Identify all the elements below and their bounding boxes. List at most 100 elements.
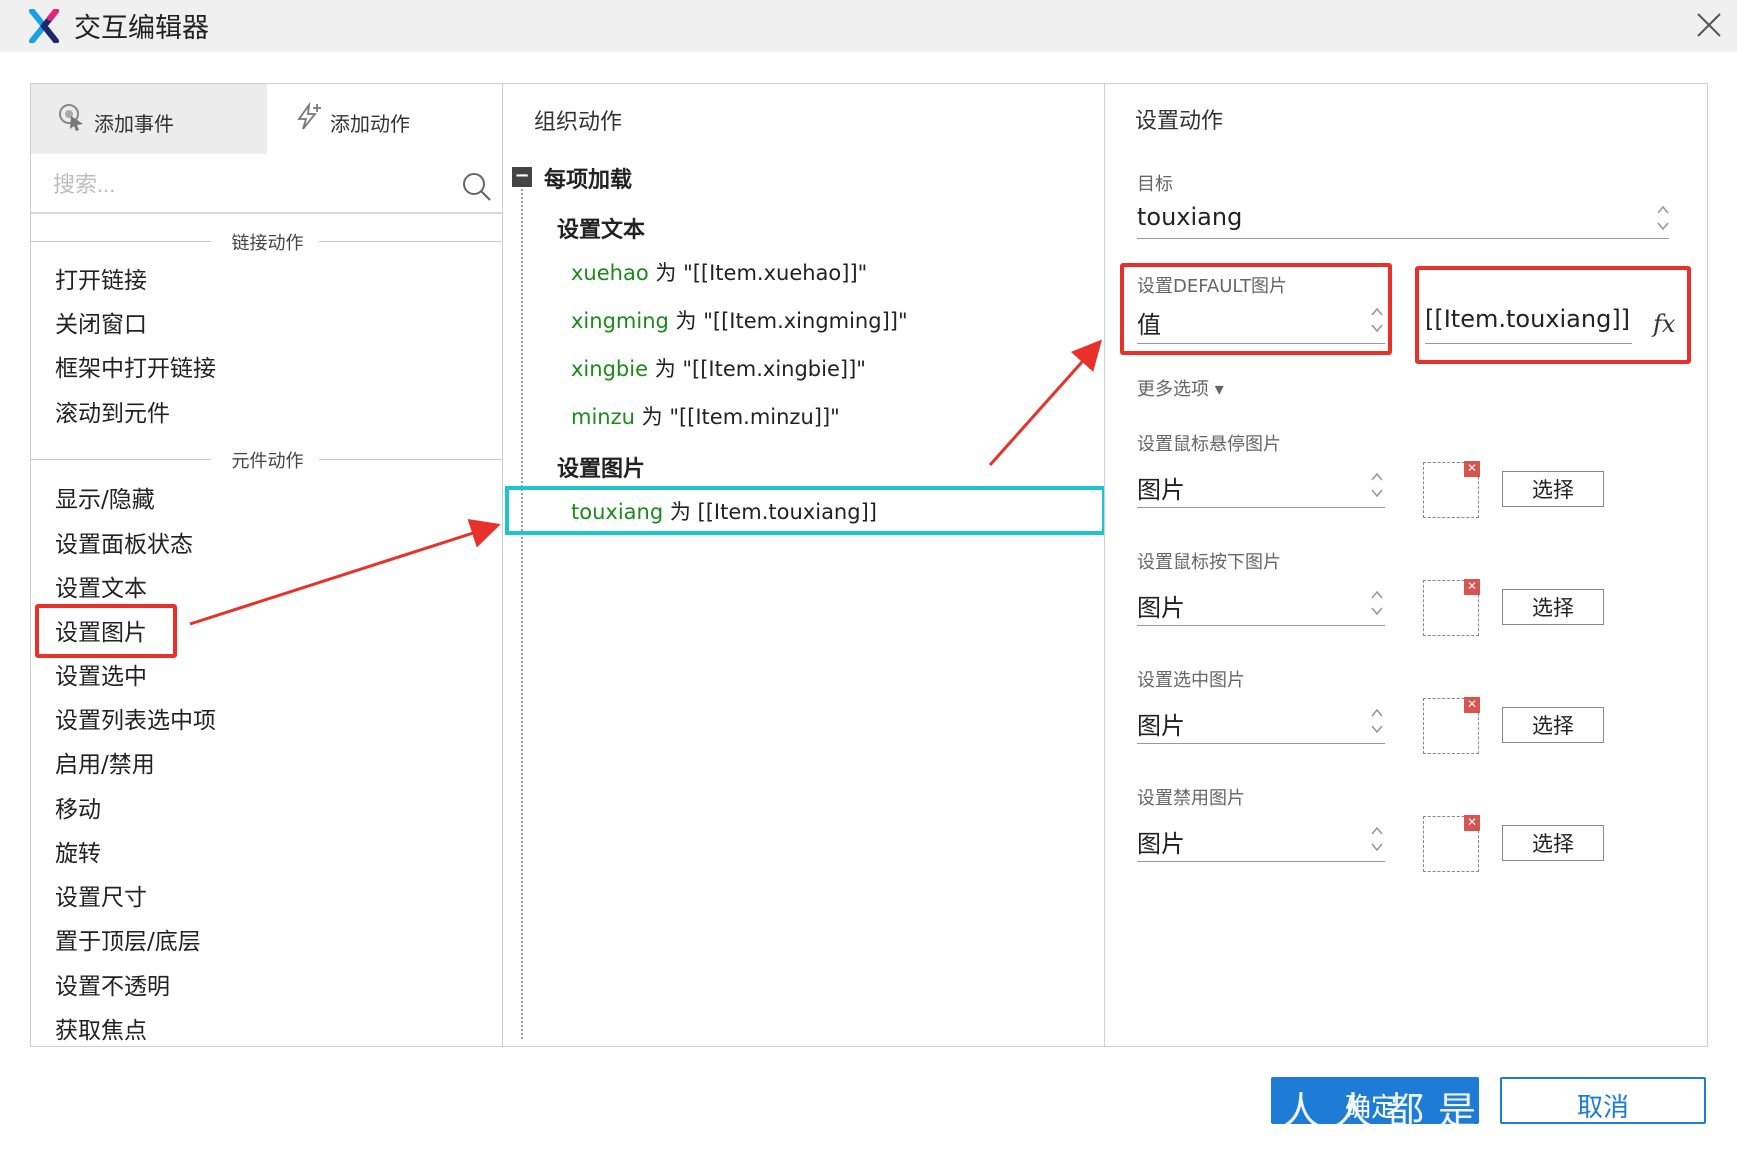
action-item-open-link[interactable]: 打开链接 [55, 261, 147, 295]
widget-name: touxiang [571, 500, 664, 524]
actions-library-panel: 添加事件 添加动作 链接动作 打开链接 关闭窗口 框架中打开链接 滚动到元件 元… [30, 83, 504, 1047]
selected-image-type-select[interactable]: 图片 [1137, 706, 1185, 741]
default-image-highlight [1120, 263, 1392, 355]
add-action-icon [297, 102, 321, 130]
target-dropdown-icon[interactable] [1656, 203, 1670, 233]
disabled-image-placeholder[interactable]: ✕ [1423, 815, 1480, 872]
selected-image-select-button[interactable]: 选择 [1502, 707, 1604, 743]
disabled-image-type-select[interactable]: 图片 [1137, 824, 1185, 859]
action-value: "[[Item.xingming]]" [703, 309, 908, 333]
group-header-label: 元件动作 [231, 451, 304, 472]
target-select[interactable]: touxiang [1137, 203, 1242, 231]
window-title: 交互编辑器 [74, 13, 209, 44]
tab-add-event[interactable]: 添加事件 [31, 84, 267, 154]
target-label: 目标 [1137, 174, 1173, 195]
tab-add-action[interactable]: 添加动作 [267, 84, 503, 154]
hover-image-placeholder[interactable]: ✕ [1423, 461, 1480, 518]
group-header-link-actions: 链接动作 [31, 229, 504, 254]
action-item-open-link-in-frame[interactable]: 框架中打开链接 [55, 349, 216, 383]
selected-type-dropdown-icon[interactable] [1370, 706, 1384, 736]
add-event-icon [59, 104, 83, 131]
disabled-image-label: 设置禁用图片 [1137, 788, 1245, 809]
mousedown-image-select-button[interactable]: 选择 [1502, 589, 1604, 625]
widget-name: xingming [571, 309, 669, 333]
selected-image-placeholder[interactable]: ✕ [1423, 697, 1480, 754]
target-underline [1137, 238, 1669, 239]
group-header-widget-actions: 元件动作 [31, 447, 504, 472]
selected-image-label: 设置选中图片 [1137, 670, 1245, 691]
cancel-label: 取消 [1577, 1093, 1630, 1123]
hover-type-dropdown-icon[interactable] [1370, 470, 1384, 500]
panel-title: 组织动作 [534, 110, 623, 135]
mousedown-type-underline [1137, 625, 1385, 626]
tree-guide-line [521, 189, 523, 1039]
clear-image-icon[interactable]: ✕ [1464, 461, 1480, 477]
section-set-text[interactable]: 设置文本 [557, 212, 645, 244]
action-item-set-list-selection[interactable]: 设置列表选中项 [55, 701, 216, 735]
title-bar: 交互编辑器 [0, 0, 1737, 52]
action-verb: 为 [654, 357, 676, 381]
selected-type-underline [1137, 743, 1385, 744]
collapse-toggle-icon[interactable]: − [512, 167, 532, 187]
action-value: [[Item.touxiang]] [697, 500, 877, 524]
widget-name: xuehao [571, 261, 649, 285]
watermark-text: 人人都是 [1282, 1089, 1491, 1133]
clear-image-icon[interactable]: ✕ [1464, 579, 1480, 595]
action-item-set-opacity[interactable]: 设置不透明 [55, 967, 170, 1001]
default-value-highlight [1415, 266, 1691, 364]
close-icon[interactable] [1692, 8, 1726, 42]
action-row[interactable]: xuehao 为 "[[Item.xuehao]]" [571, 257, 867, 287]
mousedown-image-label: 设置鼠标按下图片 [1137, 552, 1281, 573]
action-row[interactable]: xingming 为 "[[Item.xingming]]" [571, 305, 908, 335]
action-item-enable-disable[interactable]: 启用/禁用 [55, 745, 155, 779]
action-verb: 为 [641, 405, 663, 429]
disabled-type-dropdown-icon[interactable] [1370, 824, 1384, 854]
clear-image-icon[interactable]: ✕ [1464, 815, 1480, 831]
disabled-image-select-button[interactable]: 选择 [1502, 825, 1604, 861]
action-row[interactable]: minzu 为 "[[Item.minzu]]" [571, 401, 840, 431]
set-image-highlight [35, 604, 177, 658]
action-item-bring-to-front-back[interactable]: 置于顶层/底层 [55, 922, 201, 956]
more-options-toggle[interactable]: 更多选项 ▾ [1137, 375, 1224, 401]
axure-logo-icon [29, 9, 59, 43]
mousedown-type-dropdown-icon[interactable] [1370, 588, 1384, 618]
action-item-set-text[interactable]: 设置文本 [55, 569, 147, 603]
action-item-set-panel-state[interactable]: 设置面板状态 [55, 525, 193, 559]
panel-title: 设置动作 [1135, 109, 1224, 134]
hover-type-underline [1137, 507, 1385, 508]
action-verb: 为 [675, 309, 697, 333]
action-item-rotate[interactable]: 旋转 [55, 834, 101, 868]
search-divider [31, 212, 504, 214]
action-value: "[[Item.xingbie]]" [682, 357, 866, 381]
action-verb: 为 [655, 261, 677, 285]
action-item-set-selected[interactable]: 设置选中 [55, 657, 147, 691]
action-item-close-window[interactable]: 关闭窗口 [55, 305, 147, 339]
disabled-type-underline [1137, 861, 1385, 862]
action-verb: 为 [669, 500, 691, 524]
action-item-move[interactable]: 移动 [55, 790, 101, 824]
tab-add-event-label: 添加事件 [94, 112, 174, 136]
cancel-button[interactable]: 取消 [1500, 1077, 1706, 1124]
widget-name: xingbie [571, 357, 648, 381]
tab-add-action-label: 添加动作 [330, 112, 410, 136]
action-item-set-size[interactable]: 设置尺寸 [55, 878, 147, 912]
search-input[interactable] [51, 166, 455, 204]
action-value: "[[Item.minzu]]" [669, 405, 840, 429]
group-header-label: 链接动作 [231, 233, 304, 254]
hover-image-type-select[interactable]: 图片 [1137, 470, 1185, 505]
hover-image-select-button[interactable]: 选择 [1502, 471, 1604, 507]
organize-actions-panel: 组织动作 − 每项加载 设置文本 xuehao 为 "[[Item.xuehao… [502, 83, 1106, 1047]
search-icon[interactable] [461, 171, 493, 203]
action-item-show-hide[interactable]: 显示/隐藏 [55, 480, 155, 514]
mousedown-image-placeholder[interactable]: ✕ [1423, 579, 1480, 636]
widget-name: minzu [571, 405, 635, 429]
clear-image-icon[interactable]: ✕ [1464, 697, 1480, 713]
action-item-scroll-to-widget[interactable]: 滚动到元件 [55, 394, 170, 428]
section-set-image[interactable]: 设置图片 [557, 451, 645, 483]
action-item-focus[interactable]: 获取焦点 [55, 1011, 147, 1045]
mousedown-image-type-select[interactable]: 图片 [1137, 588, 1185, 623]
hover-image-label: 设置鼠标悬停图片 [1137, 434, 1281, 455]
action-row[interactable]: xingbie 为 "[[Item.xingbie]]" [571, 353, 866, 383]
action-row[interactable]: touxiang 为 [[Item.touxiang]] [571, 496, 877, 526]
event-node[interactable]: 每项加载 [544, 162, 632, 194]
